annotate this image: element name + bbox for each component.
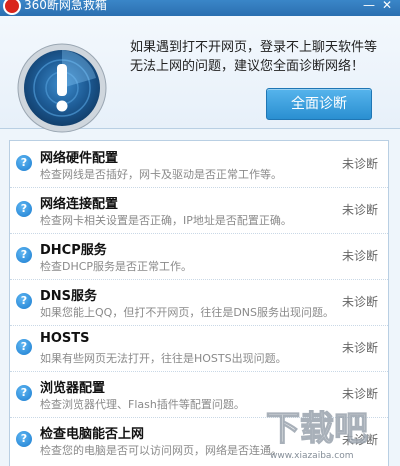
app-logo-icon: [3, 0, 21, 15]
item-status: 未诊断: [341, 341, 378, 355]
item-description: 如果有些网页无法打开，往往是HOSTS出现问题。: [40, 352, 287, 365]
item-title: HOSTS: [40, 331, 90, 346]
site-watermark-logo: 下载吧 www.xiazaiba.com: [265, 408, 368, 461]
minimize-button[interactable]: —: [362, 0, 376, 12]
item-title: 检查电脑能否上网: [40, 427, 145, 442]
item-title: DHCP服务: [40, 243, 107, 258]
item-status: 未诊断: [341, 249, 378, 263]
item-status: 未诊断: [341, 157, 378, 171]
item-title: 网络连接配置: [40, 197, 119, 212]
help-icon[interactable]: ?: [16, 201, 32, 217]
svg-text:下载吧: 下载吧: [266, 409, 368, 449]
item-description: 检查网卡相关设置是否正确，IP地址是否配置正确。: [40, 214, 292, 227]
list-item-network-connection[interactable]: ? 网络连接配置 检查网卡相关设置是否正确，IP地址是否配置正确。 未诊断: [10, 187, 388, 234]
title-bar: 360断网急救箱 — ✕: [0, 0, 400, 16]
app-window: 360断网急救箱 — ✕ 如果遇到打不开网页，登录不上聊天软件等无法上网的问题，…: [0, 0, 400, 466]
item-description: 检查DHCP服务是否正常工作。: [40, 260, 193, 273]
item-title: DNS服务: [40, 289, 98, 304]
help-icon[interactable]: ?: [16, 385, 32, 401]
close-button[interactable]: ✕: [380, 0, 394, 12]
item-description: 检查网线是否插好，网卡及驱动是否正常工作等。: [40, 168, 282, 181]
list-item-network-hardware[interactable]: ? 网络硬件配置 检查网线是否插好，网卡及驱动是否正常工作等。 未诊断: [10, 141, 388, 188]
alert-radar-icon: [17, 43, 107, 133]
item-description: 检查浏览器代理、Flash插件等配置问题。: [40, 398, 245, 411]
list-item-dns[interactable]: ? DNS服务 如果您能上QQ，但打不开网页，往往是DNS服务出现问题。 未诊断: [10, 279, 388, 326]
help-icon[interactable]: ?: [16, 155, 32, 171]
item-description: 检查您的电脑是否可以访问网页，网络是否连通。: [40, 444, 282, 457]
list-item-dhcp[interactable]: ? DHCP服务 检查DHCP服务是否正常工作。 未诊断: [10, 233, 388, 280]
svg-text:www.xiazaiba.com: www.xiazaiba.com: [270, 451, 354, 461]
header-message: 如果遇到打不开网页，登录不上聊天软件等无法上网的问题，建议您全面诊断网络！: [130, 40, 378, 74]
list-item-hosts[interactable]: ? HOSTS 如果有些网页无法打开，往往是HOSTS出现问题。 未诊断: [10, 325, 388, 372]
window-title: 360断网急救箱: [24, 0, 107, 12]
header-panel: 如果遇到打不开网页，登录不上聊天软件等无法上网的问题，建议您全面诊断网络！ 全面…: [0, 16, 400, 133]
help-icon[interactable]: ?: [16, 339, 32, 355]
item-status: 未诊断: [341, 203, 378, 217]
full-diagnose-button[interactable]: 全面诊断: [266, 88, 372, 120]
help-icon[interactable]: ?: [16, 247, 32, 263]
item-title: 网络硬件配置: [40, 151, 119, 166]
help-icon[interactable]: ?: [16, 431, 32, 447]
help-icon[interactable]: ?: [16, 293, 32, 309]
item-description: 如果您能上QQ，但打不开网页，往往是DNS服务出现问题。: [40, 306, 334, 319]
item-status: 未诊断: [341, 295, 378, 309]
item-title: 浏览器配置: [40, 381, 106, 396]
